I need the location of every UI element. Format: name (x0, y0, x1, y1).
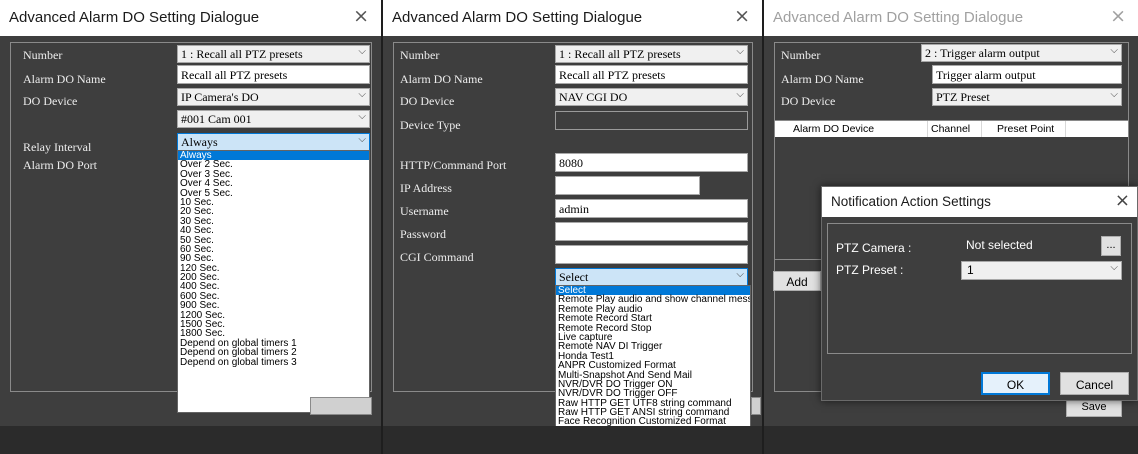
device-type-field (555, 111, 748, 130)
cgi-command-select[interactable]: Select ⌵ (555, 268, 748, 286)
alarm-do-name-input[interactable]: Recall all PTZ presets (177, 65, 370, 84)
ptz-preset-select[interactable]: 1 ⌵ (961, 261, 1122, 280)
ptz-preset-label: PTZ Preset : (836, 263, 904, 277)
relay-interval-select[interactable]: Always ⌵ (177, 133, 370, 151)
cgi-command-options: Select Remote Play audio and show channel… (556, 286, 750, 427)
column-divider (1065, 121, 1066, 137)
username-input[interactable]: admin (555, 199, 748, 218)
do-device-select[interactable]: PTZ Preset ⌵ (932, 88, 1122, 106)
column-header-preset: Preset Point (997, 123, 1055, 135)
device-type-label: Device Type (400, 118, 461, 132)
ip-address-label: IP Address (400, 181, 452, 195)
dialog-title: Notification Action Settings (831, 194, 991, 209)
camera-select-value: #001 Cam 001 (181, 112, 252, 126)
hidden-button[interactable] (751, 397, 761, 415)
password-label: Password (400, 227, 447, 241)
do-device-label: DO Device (23, 94, 78, 108)
ok-button[interactable]: OK (981, 372, 1050, 395)
camera-select[interactable]: #001 Cam 001 ⌵ (177, 110, 370, 128)
do-device-select-value: IP Camera's DO (181, 90, 259, 104)
number-select-value: 1 : Recall all PTZ presets (559, 47, 681, 61)
alarm-do-dialog-2: Advanced Alarm DO Setting Dialogue × Num… (383, 0, 762, 454)
chevron-down-icon: ⌵ (1110, 262, 1118, 273)
chevron-down-icon: ⌵ (358, 111, 366, 122)
relay-interval-dropdown: Always Over 2 Sec. Over 3 Sec. Over 4 Sec. O… (177, 150, 370, 413)
alarm-do-name-label: Alarm DO Name (781, 72, 864, 86)
ptz-preset-select-value: 1 (967, 263, 974, 277)
number-label: Number (400, 48, 440, 62)
number-select[interactable]: 1 : Recall all PTZ presets ⌵ (177, 45, 370, 63)
dialog-title: Advanced Alarm DO Setting Dialogue (392, 9, 643, 26)
column-header-device: Alarm DO Device (793, 123, 875, 135)
title-bar[interactable]: Advanced Alarm DO Setting Dialogue × (764, 0, 1138, 36)
number-select[interactable]: 2 : Trigger alarm output ⌵ (921, 44, 1122, 62)
cancel-button[interactable]: Cancel (1060, 372, 1129, 395)
cgi-command-label: CGI Command (400, 250, 474, 264)
title-bar[interactable]: Advanced Alarm DO Setting Dialogue × (383, 0, 762, 36)
close-icon[interactable]: × (734, 5, 750, 27)
column-header-channel: Channel (931, 123, 971, 135)
http-port-input[interactable]: 8080 (555, 153, 748, 172)
bottom-strip (0, 426, 381, 454)
do-device-label: DO Device (781, 94, 836, 108)
alarm-do-name-input[interactable]: Trigger alarm output (932, 65, 1122, 84)
number-select-value: 1 : Recall all PTZ presets (181, 47, 303, 61)
hidden-button[interactable] (310, 397, 372, 415)
add-button[interactable]: Add (773, 271, 821, 291)
number-label: Number (781, 48, 821, 62)
do-device-select[interactable]: NAV CGI DO ⌵ (555, 88, 748, 106)
title-bar[interactable]: Advanced Alarm DO Setting Dialogue × (0, 0, 381, 36)
table-header: Alarm DO Device Channel Preset Point (775, 121, 1128, 137)
ptz-camera-value: Not selected (966, 238, 1033, 252)
dropdown-option[interactable]: Depend on global timers 3 (178, 357, 369, 367)
chevron-down-icon: ⌵ (736, 269, 744, 280)
bottom-strip (383, 426, 762, 454)
do-device-select-value: PTZ Preset (936, 90, 990, 104)
http-port-label: HTTP/Command Port (400, 158, 507, 172)
do-device-select[interactable]: IP Camera's DO ⌵ (177, 88, 370, 106)
alarm-do-name-label: Alarm DO Name (23, 72, 106, 86)
chevron-down-icon: ⌵ (358, 89, 366, 100)
column-divider (927, 121, 928, 137)
relay-interval-label: Relay Interval (23, 140, 92, 154)
alarm-do-name-input[interactable]: Recall all PTZ presets (555, 65, 748, 84)
chevron-down-icon: ⌵ (736, 89, 744, 100)
close-icon[interactable]: × (353, 5, 369, 27)
ptz-camera-label: PTZ Camera : (836, 241, 912, 255)
relay-interval-options: Always Over 2 Sec. Over 3 Sec. Over 4 Sec. O… (178, 151, 369, 367)
alarm-do-port-label: Alarm DO Port (23, 158, 97, 172)
bottom-strip (764, 426, 1138, 454)
column-divider (981, 121, 982, 137)
relay-interval-select-value: Always (181, 135, 218, 149)
chevron-down-icon: ⌵ (736, 46, 744, 57)
alarm-do-name-label: Alarm DO Name (400, 72, 483, 86)
number-select-value: 2 : Trigger alarm output (925, 46, 1040, 60)
number-select[interactable]: 1 : Recall all PTZ presets ⌵ (555, 45, 748, 63)
close-icon[interactable]: × (1115, 190, 1130, 211)
chevron-down-icon: ⌵ (358, 46, 366, 57)
do-device-select-value: NAV CGI DO (559, 90, 628, 104)
cgi-command-input[interactable] (555, 245, 748, 264)
number-label: Number (23, 48, 63, 62)
chevron-down-icon: ⌵ (1110, 45, 1118, 56)
chevron-down-icon: ⌵ (1110, 89, 1118, 100)
chevron-down-icon: ⌵ (358, 134, 366, 145)
title-bar[interactable]: Notification Action Settings × (822, 187, 1137, 217)
browse-camera-button[interactable]: ... (1101, 236, 1121, 256)
ip-address-input[interactable] (555, 176, 700, 195)
notification-action-dialog: Notification Action Settings × PTZ Camer… (821, 186, 1138, 401)
password-input[interactable] (555, 222, 748, 241)
do-device-label: DO Device (400, 94, 455, 108)
cgi-command-select-value: Select (559, 270, 589, 284)
dialog-title: Advanced Alarm DO Setting Dialogue (773, 9, 1024, 26)
alarm-do-dialog-1: Advanced Alarm DO Setting Dialogue × Num… (0, 0, 381, 454)
close-icon[interactable]: × (1110, 5, 1126, 27)
dialog-title: Advanced Alarm DO Setting Dialogue (9, 9, 260, 26)
username-label: Username (400, 204, 449, 218)
